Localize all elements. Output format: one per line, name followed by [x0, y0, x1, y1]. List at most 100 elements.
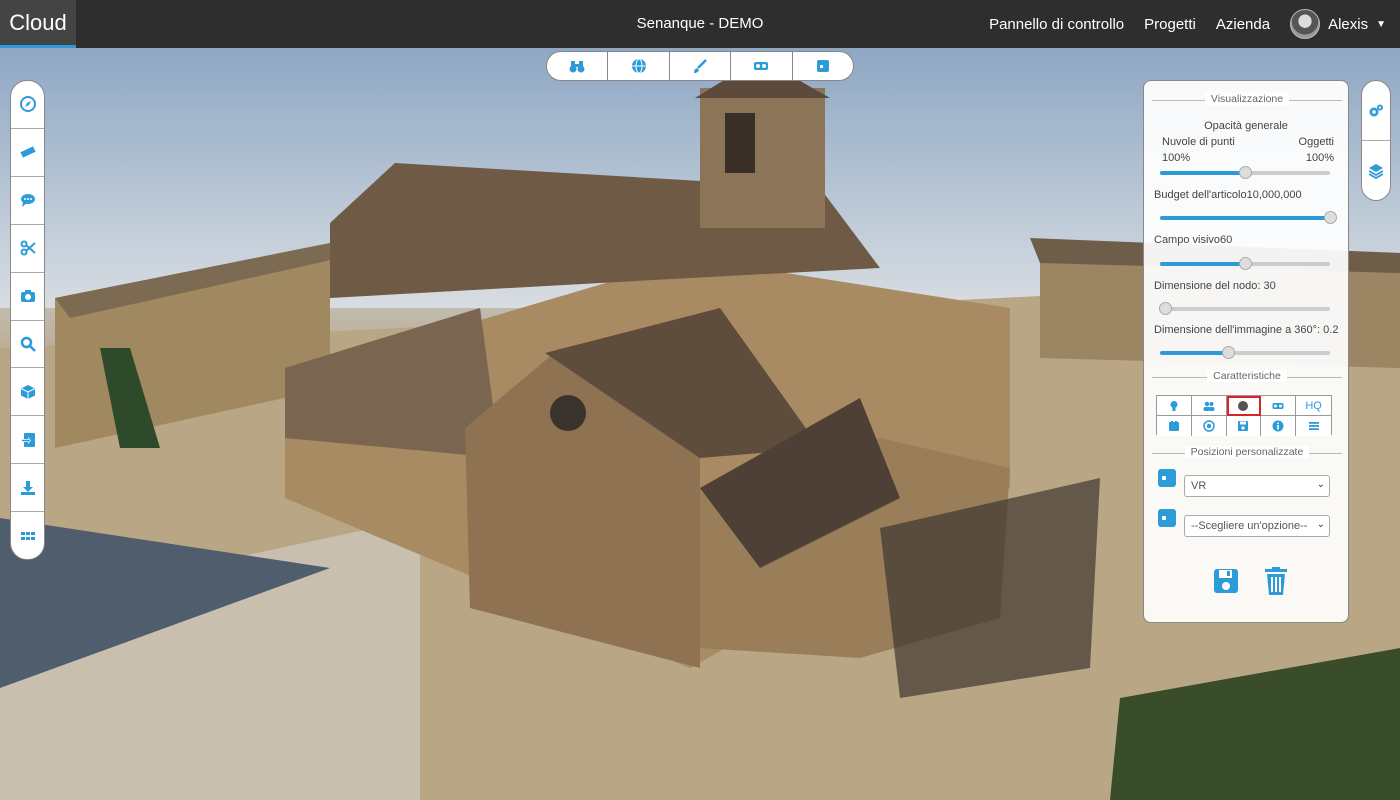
binoculars-icon — [569, 61, 585, 73]
image360-label: Dimensione dell'immagine a 360°: 0.2 — [1154, 324, 1339, 336]
navigation-button[interactable] — [11, 81, 44, 129]
search-icon — [20, 336, 36, 352]
vr-mode-button[interactable] — [1261, 396, 1297, 416]
fov-label: Campo visivo60 — [1154, 234, 1233, 246]
settings-panel: Visualizzazione Opacità generale Nuvole … — [1143, 80, 1349, 623]
circle-icon — [1238, 400, 1249, 411]
nav-link-dashboard[interactable]: Pannello di controllo — [989, 16, 1124, 33]
chevron-down-icon: ⌄ — [1316, 479, 1325, 490]
save-position-button[interactable] — [1212, 566, 1240, 596]
record-button[interactable] — [1191, 416, 1227, 436]
compass-icon — [19, 96, 36, 113]
slider-handle[interactable] — [1159, 302, 1173, 315]
lightbulb-icon — [1170, 400, 1178, 411]
budget-slider[interactable] — [1160, 211, 1337, 224]
users-icon — [1203, 401, 1215, 411]
node-size-slider[interactable] — [1159, 302, 1330, 315]
ruler-icon — [19, 146, 36, 159]
vr-headset-icon — [754, 62, 769, 70]
camera-icon — [20, 290, 35, 303]
settings-button[interactable] — [1362, 81, 1390, 141]
floppy-icon — [1238, 421, 1249, 431]
opacity-title: Opacità generale — [1204, 120, 1288, 132]
position-select-1[interactable]: VR ⌄ — [1184, 475, 1330, 497]
save-view-button[interactable] — [1226, 416, 1262, 436]
nav-links: Pannello di controllo Progetti Azienda A… — [989, 0, 1386, 48]
budget-label: Budget dell'articolo10,000,000 — [1154, 189, 1302, 201]
annotation-button[interactable] — [11, 177, 44, 225]
list-button[interactable] — [1296, 416, 1331, 436]
avatar — [1290, 9, 1321, 39]
visualization-section-title: Visualizzazione — [1152, 93, 1342, 105]
slider-handle[interactable] — [1239, 166, 1252, 179]
brand-logo[interactable]: Cloud — [0, 0, 76, 48]
globe-button[interactable] — [608, 52, 670, 80]
point-shape-button[interactable] — [1226, 396, 1262, 416]
right-toolbar — [1361, 80, 1391, 201]
objects-value: 100% — [1305, 152, 1334, 164]
measure-button[interactable] — [11, 129, 44, 177]
clip-button[interactable] — [11, 225, 44, 273]
features-section-title: Caratteristiche — [1152, 370, 1342, 382]
import-button[interactable] — [11, 416, 44, 465]
search-button[interactable] — [11, 321, 44, 369]
position-marker-icon — [1158, 509, 1176, 527]
layers-button[interactable] — [1362, 141, 1390, 200]
info-icon — [1272, 420, 1284, 432]
objects-label: Oggetti — [1298, 136, 1334, 148]
point-cloud-value: 100% — [1162, 152, 1191, 164]
vr-headset-icon — [1272, 402, 1284, 409]
brush-icon — [694, 59, 707, 73]
menu-icon — [1308, 422, 1319, 430]
layers-icon — [1368, 163, 1384, 179]
position-select-1-value: VR — [1191, 480, 1207, 492]
nav-link-projects[interactable]: Progetti — [1144, 16, 1196, 33]
node-size-label: Dimensione del nodo: 30 — [1154, 280, 1276, 292]
point-cloud-label: Nuvole di punti — [1162, 136, 1235, 148]
position-select-2-value: --Scegliere un'opzione-- — [1191, 520, 1308, 532]
lightbulb-button[interactable] — [1157, 396, 1192, 416]
delete-position-button[interactable] — [1262, 566, 1290, 596]
hq-button[interactable]: HQ — [1296, 396, 1331, 416]
image360-slider[interactable] — [1160, 346, 1330, 359]
record-icon — [1202, 420, 1215, 432]
scissors-icon — [20, 240, 36, 256]
position-row-1: VR ⌄ — [1158, 469, 1334, 497]
brush-button[interactable] — [670, 52, 732, 80]
download-button[interactable] — [11, 464, 44, 513]
vr-button[interactable] — [731, 52, 793, 80]
cube-icon — [20, 384, 35, 399]
floppy-icon — [1214, 569, 1238, 593]
top-toolbar — [546, 51, 854, 81]
info-button[interactable] — [1261, 416, 1297, 436]
left-toolbar — [10, 80, 45, 560]
square-button[interactable] — [793, 52, 853, 80]
box-button[interactable] — [1157, 416, 1192, 436]
slider-handle[interactable] — [1324, 211, 1337, 224]
apps-button[interactable] — [11, 512, 44, 559]
top-navbar: Cloud Senanque - DEMO Pannello di contro… — [0, 0, 1400, 48]
chevron-down-icon: ⌄ — [1316, 519, 1325, 530]
volume-button[interactable] — [11, 368, 44, 417]
nav-link-company[interactable]: Azienda — [1216, 16, 1270, 33]
slider-handle[interactable] — [1222, 346, 1235, 359]
download-icon — [20, 480, 35, 495]
position-select-2[interactable]: --Scegliere un'opzione-- ⌄ — [1184, 515, 1330, 537]
features-grid: HQ — [1156, 395, 1332, 436]
user-name: Alexis — [1328, 15, 1369, 33]
user-menu[interactable]: Alexis ▼ — [1290, 9, 1386, 39]
square-icon — [816, 60, 829, 72]
trash-icon — [1265, 567, 1287, 595]
slider-handle[interactable] — [1239, 257, 1252, 270]
import-icon — [20, 432, 35, 447]
users-button[interactable] — [1191, 396, 1227, 416]
fov-slider[interactable] — [1160, 257, 1330, 270]
opacity-slider[interactable] — [1160, 166, 1330, 179]
binoculars-button[interactable] — [547, 52, 609, 80]
position-row-2: --Scegliere un'opzione-- ⌄ — [1158, 509, 1334, 537]
custom-positions-section-title: Posizioni personalizzate — [1152, 446, 1342, 458]
globe-icon — [631, 58, 646, 74]
grid-icon — [20, 531, 35, 540]
gears-icon — [1369, 104, 1383, 116]
screenshot-button[interactable] — [11, 273, 44, 321]
